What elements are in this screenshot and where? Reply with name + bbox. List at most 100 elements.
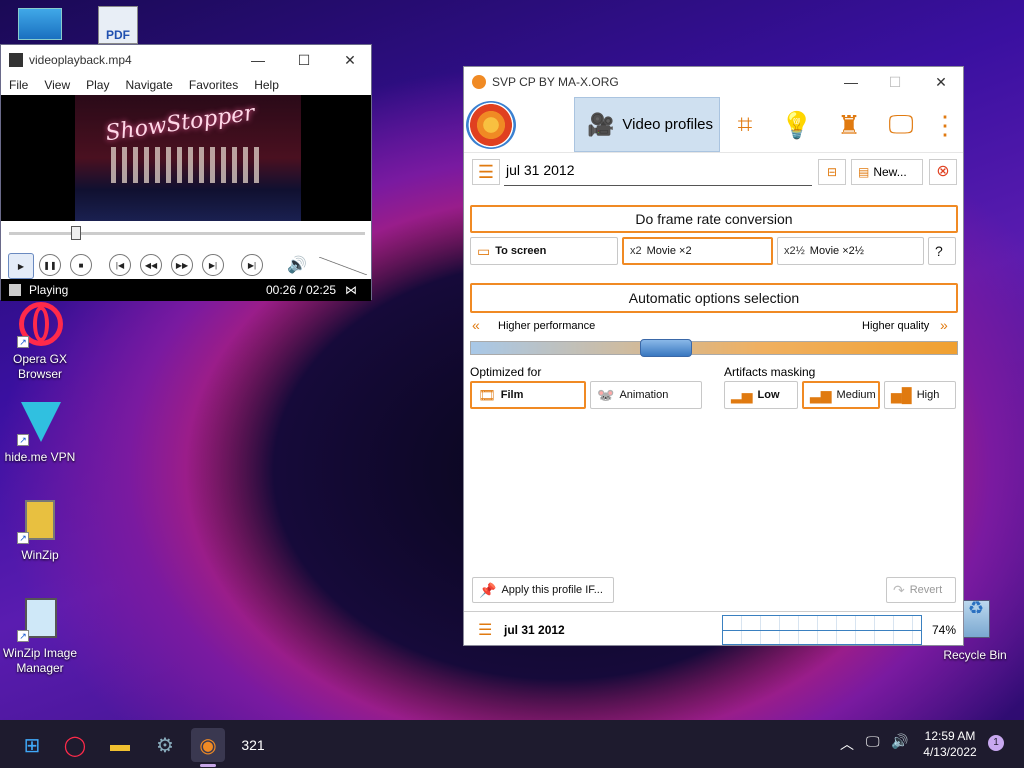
mpc-app-icon <box>9 53 23 67</box>
svp-title-bar[interactable]: SVP CP BY MA-X.ORG — ☐ ✕ <box>464 67 963 97</box>
quality-arrow-icon[interactable]: » <box>940 317 948 333</box>
svp-close-button[interactable]: ✕ <box>918 67 964 97</box>
quality-slider-thumb[interactable] <box>640 339 693 357</box>
crop-icon[interactable]: ⌗ <box>724 99 766 151</box>
revert-button[interactable]: ↷ Revert <box>886 577 956 603</box>
menu-file[interactable]: File <box>9 78 28 92</box>
taskbar: ⊞ ◯ ▬ ⚙ ◉ 321 ︿ 🖵 🔊 12:59 AM 4/13/2022 1 <box>0 720 1024 768</box>
play-button[interactable]: ▶ <box>8 253 34 279</box>
status-text: Playing <box>29 283 69 297</box>
volume-slider[interactable] <box>319 257 367 275</box>
mpc-taskbar-icon[interactable]: 321 <box>236 728 270 762</box>
profile-menu-button[interactable]: ☰ <box>472 159 500 185</box>
audio-switch-icon[interactable]: ⋈ <box>345 283 357 297</box>
rewind-button[interactable]: ◀◀ <box>140 254 162 276</box>
delete-profile-button[interactable]: ⊗ <box>929 159 957 185</box>
speaker-icon[interactable]: 🔊 <box>891 733 908 750</box>
settings-icon[interactable]: ⚙ <box>148 728 182 762</box>
revert-icon: ↷ <box>893 581 905 598</box>
notification-badge[interactable]: 1 <box>988 735 1004 751</box>
minimize-button[interactable]: — <box>235 45 281 75</box>
video-display[interactable]: ShowStopper <box>1 95 371 221</box>
start-button[interactable]: ⊞ <box>15 728 49 762</box>
media-player-window[interactable]: videoplayback.mp4 — ☐ ✕ File View Play N… <box>0 44 372 301</box>
pdf-icon: PDF <box>98 6 138 44</box>
quality-slider-track[interactable] <box>470 341 958 355</box>
menu-bar: File View Play Navigate Favorites Help <box>1 75 371 95</box>
desktop-icon-hideme[interactable]: ↗ hide.me VPN <box>0 400 80 465</box>
auto-options-button[interactable]: Automatic options selection <box>470 283 958 313</box>
menu-view[interactable]: View <box>44 78 70 92</box>
optimized-label: Optimized for <box>470 365 542 379</box>
frame-rate-conversion-button[interactable]: Do frame rate conversion <box>470 205 958 233</box>
opera-gx-icon: ↗ <box>17 302 63 348</box>
svp-minimize-button[interactable]: — <box>828 67 874 97</box>
tab-video-profiles[interactable]: 🎥 Video profiles <box>574 97 720 152</box>
lamp-icon[interactable]: ♜ <box>828 99 870 151</box>
profile-name-field[interactable]: jul 31 2012 <box>504 162 812 186</box>
menu-help[interactable]: Help <box>254 78 279 92</box>
artifacts-low-button[interactable]: ▂▅ Low <box>724 381 798 409</box>
mode-movie-x2-button[interactable]: x2 Movie ×2 <box>622 237 773 265</box>
artifacts-label: Artifacts masking <box>724 365 816 379</box>
rename-button[interactable]: ⊟ <box>818 159 846 185</box>
title-bar[interactable]: videoplayback.mp4 — ☐ ✕ <box>1 45 371 75</box>
seek-bar[interactable] <box>9 232 365 235</box>
network-icon[interactable]: 🖵 <box>866 733 880 750</box>
cpu-graph <box>722 615 922 645</box>
svp-window[interactable]: SVP CP BY MA-X.ORG — ☐ ✕ 🎥 Video profile… <box>463 66 964 646</box>
clock[interactable]: 12:59 AM 4/13/2022 <box>918 728 982 760</box>
close-button[interactable]: ✕ <box>327 45 373 75</box>
menu-play[interactable]: Play <box>86 78 109 92</box>
menu-favorites[interactable]: Favorites <box>189 78 238 92</box>
svp-active-indicator <box>200 764 216 767</box>
artifacts-high-button[interactable]: ▅█ High <box>884 381 956 409</box>
mode-to-screen-button[interactable]: ▭ To screen <box>470 237 618 265</box>
new-profile-button[interactable]: ▤ New... <box>851 159 923 185</box>
movie-x2-icon: x2 <box>630 245 642 257</box>
seek-thumb[interactable] <box>71 226 82 240</box>
monitor-icon[interactable]: 🖵 <box>880 99 922 151</box>
desktop-icon-winzip-image[interactable]: ↗ WinZip Image Manager <box>0 596 80 676</box>
desktop-icon-opera-gx[interactable]: ↗ Opera GX Browser <box>0 302 80 382</box>
svp-app-icon <box>472 75 486 89</box>
status-bar: Playing 00:26 / 02:25 ⋈ <box>1 279 371 301</box>
volume-icon[interactable]: 🔊 <box>287 255 307 275</box>
frame-step-button[interactable]: ▶| <box>241 254 263 276</box>
maximize-button[interactable]: ☐ <box>281 45 327 75</box>
opera-gx-taskbar-icon[interactable]: ◯ <box>58 728 92 762</box>
artifacts-medium-button[interactable]: ▃▆ Medium <box>802 381 880 409</box>
desktop-icon-monitor[interactable] <box>0 8 80 40</box>
pause-button[interactable]: ❚❚ <box>39 254 61 276</box>
lightbulb-icon[interactable]: 💡 <box>776 99 818 151</box>
desktop-icon-winzip[interactable]: ↗ WinZip <box>0 498 80 563</box>
tray-chevron-icon[interactable]: ︿ <box>840 734 854 754</box>
help-button[interactable]: ? <box>928 237 956 265</box>
stop-button[interactable]: ■ <box>70 254 92 276</box>
menu-navigate[interactable]: Navigate <box>125 78 172 92</box>
forward-button[interactable]: ▶▶ <box>171 254 193 276</box>
film-button[interactable]: 🎞 Film <box>470 381 586 409</box>
svp-logo-icon[interactable] <box>466 101 516 149</box>
more-icon[interactable]: ⋮ <box>924 99 966 151</box>
skip-forward-button[interactable]: ▶| <box>202 254 224 276</box>
desktop-icon-pdf[interactable]: PDF <box>78 6 158 48</box>
time-display: 00:26 / 02:25 <box>266 283 337 297</box>
footer-profile-name: jul 31 2012 <box>504 623 565 637</box>
pin-icon: 📌 <box>479 581 497 598</box>
svp-footer: ☰ jul 31 2012 74% <box>464 611 963 645</box>
hideme-vpn-icon: ↗ <box>17 400 63 446</box>
svp-taskbar-icon[interactable]: ◉ <box>191 728 225 762</box>
animation-button[interactable]: 🐭 Animation <box>590 381 702 409</box>
bars-low-icon: ▂▅ <box>731 386 753 403</box>
svp-maximize-button[interactable]: ☐ <box>872 67 918 97</box>
apply-profile-if-button[interactable]: 📌 Apply this profile IF... <box>472 577 614 603</box>
perf-arrow-icon[interactable]: « <box>472 317 480 333</box>
file-explorer-icon[interactable]: ▬ <box>103 728 137 762</box>
skip-back-button[interactable]: |◀ <box>109 254 131 276</box>
mode-movie-x2half-button[interactable]: x2½ Movie ×2½ <box>777 237 924 265</box>
animation-icon: 🐭 <box>597 386 615 403</box>
screen-icon: ▭ <box>477 242 491 259</box>
footer-menu-icon[interactable]: ☰ <box>478 620 492 640</box>
video-frame: ShowStopper <box>75 95 301 221</box>
